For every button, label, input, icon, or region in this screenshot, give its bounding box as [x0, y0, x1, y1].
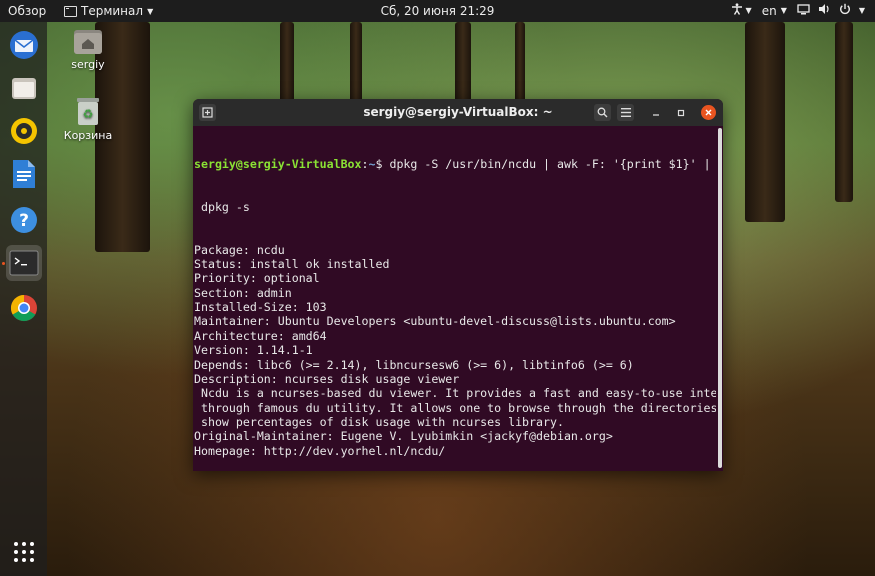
music-player-icon — [11, 118, 37, 144]
power-icon — [839, 3, 851, 18]
output-line: Architecture: amd64 — [194, 328, 327, 343]
dock-item-chrome[interactable] — [6, 290, 42, 326]
terminal-icon — [64, 5, 77, 17]
desktop-icon-trash[interactable]: ♻ Корзина — [48, 96, 128, 142]
accessibility-icon — [731, 3, 743, 18]
search-button[interactable] — [594, 104, 611, 121]
home-folder-icon — [73, 27, 103, 55]
caret-down-icon: ▼ — [780, 6, 787, 15]
folder-icon — [12, 78, 36, 99]
dock-item-terminal[interactable] — [6, 245, 42, 281]
app-menu[interactable]: Терминал ▼ — [64, 4, 153, 18]
svg-text:♻: ♻ — [83, 107, 94, 121]
dock-item-help[interactable]: ? — [6, 202, 42, 238]
prompt-user: sergiy@sergiy-VirtualBox — [194, 156, 362, 171]
tree-trunk — [745, 22, 785, 222]
output-line: Package: ncdu — [194, 242, 285, 257]
output-line: through famous du utility. It allows one… — [194, 400, 716, 415]
output-line: Homepage: http://dev.yorhel.nl/ncdu/ — [194, 443, 446, 458]
app-menu-label: Терминал — [81, 4, 144, 18]
caret-down-icon: ▼ — [147, 6, 154, 16]
dock-item-rhythmbox[interactable] — [6, 113, 42, 149]
minimize-button[interactable] — [647, 104, 664, 121]
system-menu[interactable]: ▼ — [797, 3, 865, 18]
volume-icon — [818, 3, 831, 18]
show-applications-button[interactable] — [6, 534, 42, 570]
menu-button[interactable] — [617, 104, 634, 121]
desktop-icon-label: sergiy — [71, 58, 105, 71]
document-icon — [13, 160, 35, 188]
output-line: Depends: libc6 (>= 2.14), libncursesw6 (… — [194, 357, 634, 372]
network-icon — [797, 3, 810, 18]
tree-trunk — [835, 22, 853, 202]
tree-trunk — [455, 22, 471, 102]
window-titlebar[interactable]: sergiy@sergiy-VirtualBox: ~ — [193, 99, 723, 126]
tree-trunk — [515, 22, 525, 102]
command-line: sergiy@sergiy-VirtualBox:~$ dpkg -S /usr… — [194, 157, 716, 171]
caret-down-icon: ▼ — [745, 6, 752, 15]
search-icon — [597, 107, 608, 118]
command-continuation: dpkg -s — [194, 199, 250, 214]
output-line: Section: admin — [194, 285, 292, 300]
maximize-icon — [677, 109, 684, 116]
dock-item-writer[interactable] — [6, 156, 42, 192]
mail-client-icon — [10, 31, 38, 59]
tree-trunk — [350, 22, 362, 102]
running-indicator — [2, 262, 5, 265]
terminal-icon — [9, 250, 39, 276]
terminal-output[interactable]: sergiy@sergiy-VirtualBox:~$ dpkg -S /usr… — [194, 128, 716, 470]
dock-item-files[interactable] — [6, 70, 42, 106]
activities-button[interactable]: Обзор — [8, 4, 46, 18]
output-line: Original-Maintainer: Eugene V. Lyubimkin… — [194, 429, 613, 444]
help-icon: ? — [11, 207, 37, 233]
accessibility-menu[interactable]: ▼ — [731, 3, 752, 18]
prompt-path: ~ — [368, 156, 376, 171]
maximize-button[interactable] — [672, 104, 689, 121]
output-line: Maintainer: Ubuntu Developers <ubuntu-de… — [194, 314, 676, 329]
desktop-icon-label: Корзина — [63, 129, 113, 142]
system-tray: ▼ en ▼ ▼ — [731, 3, 865, 18]
caret-down-icon: ▼ — [858, 6, 865, 15]
trash-icon: ♻ — [75, 96, 101, 126]
close-button[interactable] — [701, 105, 716, 120]
dock-item-thunderbird[interactable] — [6, 27, 42, 63]
desktop-icon-home[interactable]: sergiy — [48, 27, 128, 71]
output-line: Priority: optional — [194, 271, 320, 286]
language-label: en — [761, 3, 777, 18]
clock[interactable]: Сб, 20 июня 21:29 — [381, 4, 495, 18]
top-bar: Обзор Терминал ▼ Сб, 20 июня 21:29 ▼ en … — [0, 0, 875, 22]
window-title: sergiy@sergiy-VirtualBox: ~ — [363, 105, 553, 119]
dock: ? — [0, 22, 47, 576]
minimize-icon — [652, 113, 659, 116]
hamburger-icon — [620, 108, 631, 117]
close-icon — [705, 109, 712, 116]
svg-text:?: ? — [19, 211, 29, 231]
browser-icon — [10, 294, 37, 322]
terminal-window: sergiy@sergiy-VirtualBox: ~ sergiy@sergi… — [193, 99, 723, 471]
output-line: Installed-Size: 103 — [194, 300, 327, 315]
scrollbar[interactable] — [718, 128, 722, 468]
app-grid-icon — [14, 542, 34, 562]
output-line: Description: ncurses disk usage viewer — [194, 371, 460, 386]
output-line: Status: install ok installed — [194, 257, 390, 272]
command-text: dpkg -S /usr/bin/ncdu | awk -F: '{print … — [389, 156, 711, 171]
output-line: show percentages of disk usage with ncur… — [194, 414, 564, 429]
language-menu[interactable]: en ▼ — [762, 4, 787, 18]
output-line: Ncdu is a ncurses-based du viewer. It pr… — [194, 386, 716, 401]
output-line: Version: 1.14.1-1 — [194, 343, 313, 358]
